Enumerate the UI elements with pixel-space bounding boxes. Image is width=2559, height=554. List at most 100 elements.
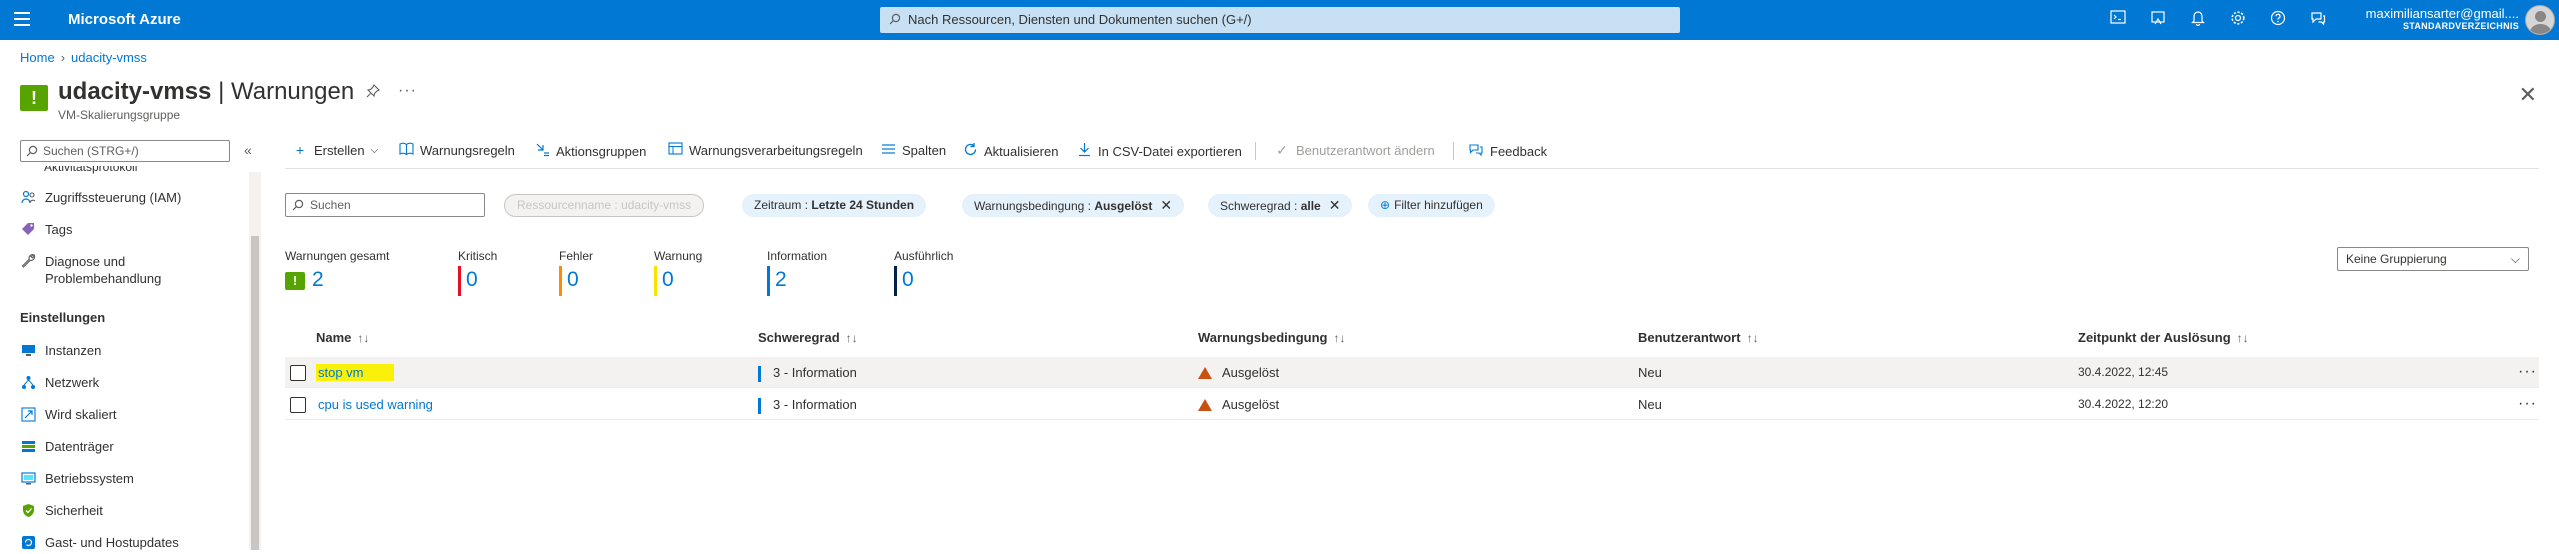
gear-icon[interactable] (2228, 10, 2248, 30)
hamburger-menu-icon[interactable] (14, 12, 34, 28)
add-filter-icon: ⊕ (1380, 198, 1391, 212)
sidebar-item-os[interactable]: Betriebssystem (20, 471, 134, 487)
change-response-button[interactable]: ✓ Benutzerantwort ändern (1274, 142, 1435, 159)
summary-error-value[interactable]: 0 (567, 268, 579, 292)
pin-icon[interactable] (366, 84, 380, 103)
sidebar-item-updates[interactable]: Gast- und Hostupdates (20, 535, 179, 551)
toolbar-separator (285, 168, 2539, 169)
processing-rules-button[interactable]: Warnungsverarbeitungsregeln (667, 142, 863, 158)
sidebar-search-input[interactable]: Suchen (STRG+/) (20, 140, 230, 162)
action-groups-button[interactable]: Aktionsgruppen (534, 142, 646, 160)
row-checkbox[interactable] (290, 365, 306, 381)
alert-name-link[interactable]: stop vm (316, 357, 394, 388)
sidebar-item-label: Netzwerk (45, 375, 100, 390)
row-more-icon[interactable]: ··· (2518, 357, 2537, 386)
severity-text: 3 - Information (773, 397, 857, 412)
sidebar-search-placeholder: Suchen (STRG+/) (43, 144, 139, 158)
export-csv-button[interactable]: In CSV-Datei exportieren (1076, 142, 1242, 160)
tag-icon (20, 222, 36, 238)
feedback-button[interactable]: Feedback (1468, 142, 1547, 160)
table-row[interactable]: stop vm 3 - Information Ausgelöst Neu 30… (285, 357, 2539, 388)
columns-button[interactable]: Spalten (880, 142, 946, 158)
more-options-icon[interactable]: ··· (398, 82, 417, 100)
brand-title[interactable]: Microsoft Azure (68, 11, 181, 28)
help-icon[interactable] (2268, 10, 2288, 30)
remove-filter-icon[interactable]: ✕ (1329, 197, 1341, 213)
sidebar-item-label: Tags (45, 222, 73, 237)
filter-resource-name-value: udacity-vmss (621, 198, 692, 212)
sidebar-item-network[interactable]: Netzwerk (20, 375, 99, 391)
sidebar-item-scaling[interactable]: Wird skaliert (20, 407, 117, 423)
summary-verbose-value[interactable]: 0 (902, 268, 914, 292)
remove-filter-icon[interactable]: ✕ (1160, 197, 1172, 213)
scale-icon (20, 407, 36, 423)
sidebar-item-label: Instanzen (45, 343, 102, 358)
filter-resource-name: Ressourcenname : udacity-vmss (504, 194, 705, 217)
sidebar-item-disks[interactable]: Datenträger (20, 439, 114, 455)
global-search-input[interactable]: Nach Ressourcen, Diensten und Dokumenten… (880, 7, 1680, 33)
alert-rules-button[interactable]: Warnungsregeln (398, 142, 515, 159)
sidebar-item-iam[interactable]: Zugriffssteuerung (IAM) (20, 190, 181, 206)
summary-warning-label: Warnung (654, 249, 703, 263)
alerts-search-input[interactable]: Suchen (285, 193, 485, 217)
sidebar-item-label: Betriebssystem (45, 471, 134, 486)
row-checkbox[interactable] (290, 397, 306, 413)
warning-icon (1198, 398, 1212, 411)
create-button[interactable]: + Erstellen ⌵ (292, 142, 378, 158)
refresh-label: Aktualisieren (984, 143, 1059, 159)
condition-cell: Ausgelöst (1198, 357, 1279, 388)
add-filter-button[interactable]: ⊕ Filter hinzufügen (1368, 194, 1495, 217)
sidebar-item-cut[interactable]: Aktivitätsprotokoll (44, 166, 137, 174)
disk-icon (20, 439, 36, 455)
sidebar-item-diagnose[interactable]: Diagnose und Problembehandlung (20, 253, 161, 287)
close-icon[interactable]: ✕ (2519, 82, 2537, 108)
sidebar-item-security[interactable]: Sicherheit (20, 503, 103, 519)
row-more-icon[interactable]: ··· (2518, 389, 2537, 418)
book-icon (398, 142, 414, 159)
sidebar-item-label: Sicherheit (45, 503, 103, 518)
filter-severity[interactable]: Schweregrad : alle ✕ (1208, 194, 1353, 217)
search-icon (292, 199, 304, 211)
feedback-icon (1468, 142, 1484, 160)
table-row[interactable]: cpu is used warning 3 - Information Ausg… (285, 389, 2539, 420)
collapse-sidebar-icon[interactable]: « (244, 142, 252, 158)
column-header-response[interactable]: Benutzerantwort ↑↓ (1638, 330, 1759, 345)
summary-critical-value[interactable]: 0 (466, 268, 478, 292)
grouping-dropdown[interactable]: Keine Gruppierung ⌵ (2337, 247, 2529, 271)
severity-bar-error (559, 266, 562, 296)
sidebar-scrollbar-thumb[interactable] (251, 236, 259, 550)
column-header-severity[interactable]: Schweregrad ↑↓ (758, 330, 858, 345)
directory-filter-icon[interactable] (2148, 10, 2168, 30)
account-info[interactable]: maximiliansarter@gmail.... STANDARDVERZE… (2366, 6, 2519, 31)
alert-name: cpu is used warning (318, 397, 433, 412)
sidebar-item-instances[interactable]: Instanzen (20, 343, 101, 359)
column-header-time[interactable]: Zeitpunkt der Auslösung ↑↓ (2078, 330, 2249, 345)
breadcrumb-current[interactable]: udacity-vmss (71, 50, 147, 65)
response-cell: Neu (1638, 365, 1662, 380)
severity-bar-warning (654, 266, 657, 296)
summary-information-value[interactable]: 2 (775, 268, 787, 292)
filter-condition[interactable]: Warnungsbedingung : Ausgelöst ✕ (962, 194, 1185, 217)
condition-cell: Ausgelöst (1198, 389, 1279, 420)
cloud-shell-icon[interactable] (2108, 10, 2128, 30)
checkmark-icon: ✓ (1276, 142, 1288, 158)
avatar[interactable] (2525, 5, 2555, 35)
sort-icon: ↑↓ (2236, 331, 2249, 345)
column-header-condition[interactable]: Warnungsbedingung ↑↓ (1198, 330, 1346, 345)
summary-total-value[interactable]: 2 (312, 268, 324, 292)
breadcrumb-home[interactable]: Home (20, 50, 55, 65)
alert-name-link[interactable]: cpu is used warning (318, 389, 433, 420)
chevron-down-icon: ⌵ (2510, 252, 2520, 266)
severity-indicator (758, 365, 761, 382)
column-header-label: Warnungsbedingung (1198, 330, 1328, 345)
summary-warning-value[interactable]: 0 (662, 268, 674, 292)
alerts-search-placeholder: Suchen (310, 198, 351, 212)
severity-indicator (758, 397, 761, 414)
column-header-label: Benutzerantwort (1638, 330, 1741, 345)
feedback-icon[interactable] (2308, 10, 2328, 30)
refresh-button[interactable]: Aktualisieren (962, 142, 1058, 160)
bell-icon[interactable] (2188, 10, 2208, 30)
filter-timerange[interactable]: Zeitraum : Letzte 24 Stunden (742, 194, 927, 217)
sidebar-item-tags[interactable]: Tags (20, 222, 72, 238)
column-header-name[interactable]: Name ↑↓ (316, 330, 369, 345)
